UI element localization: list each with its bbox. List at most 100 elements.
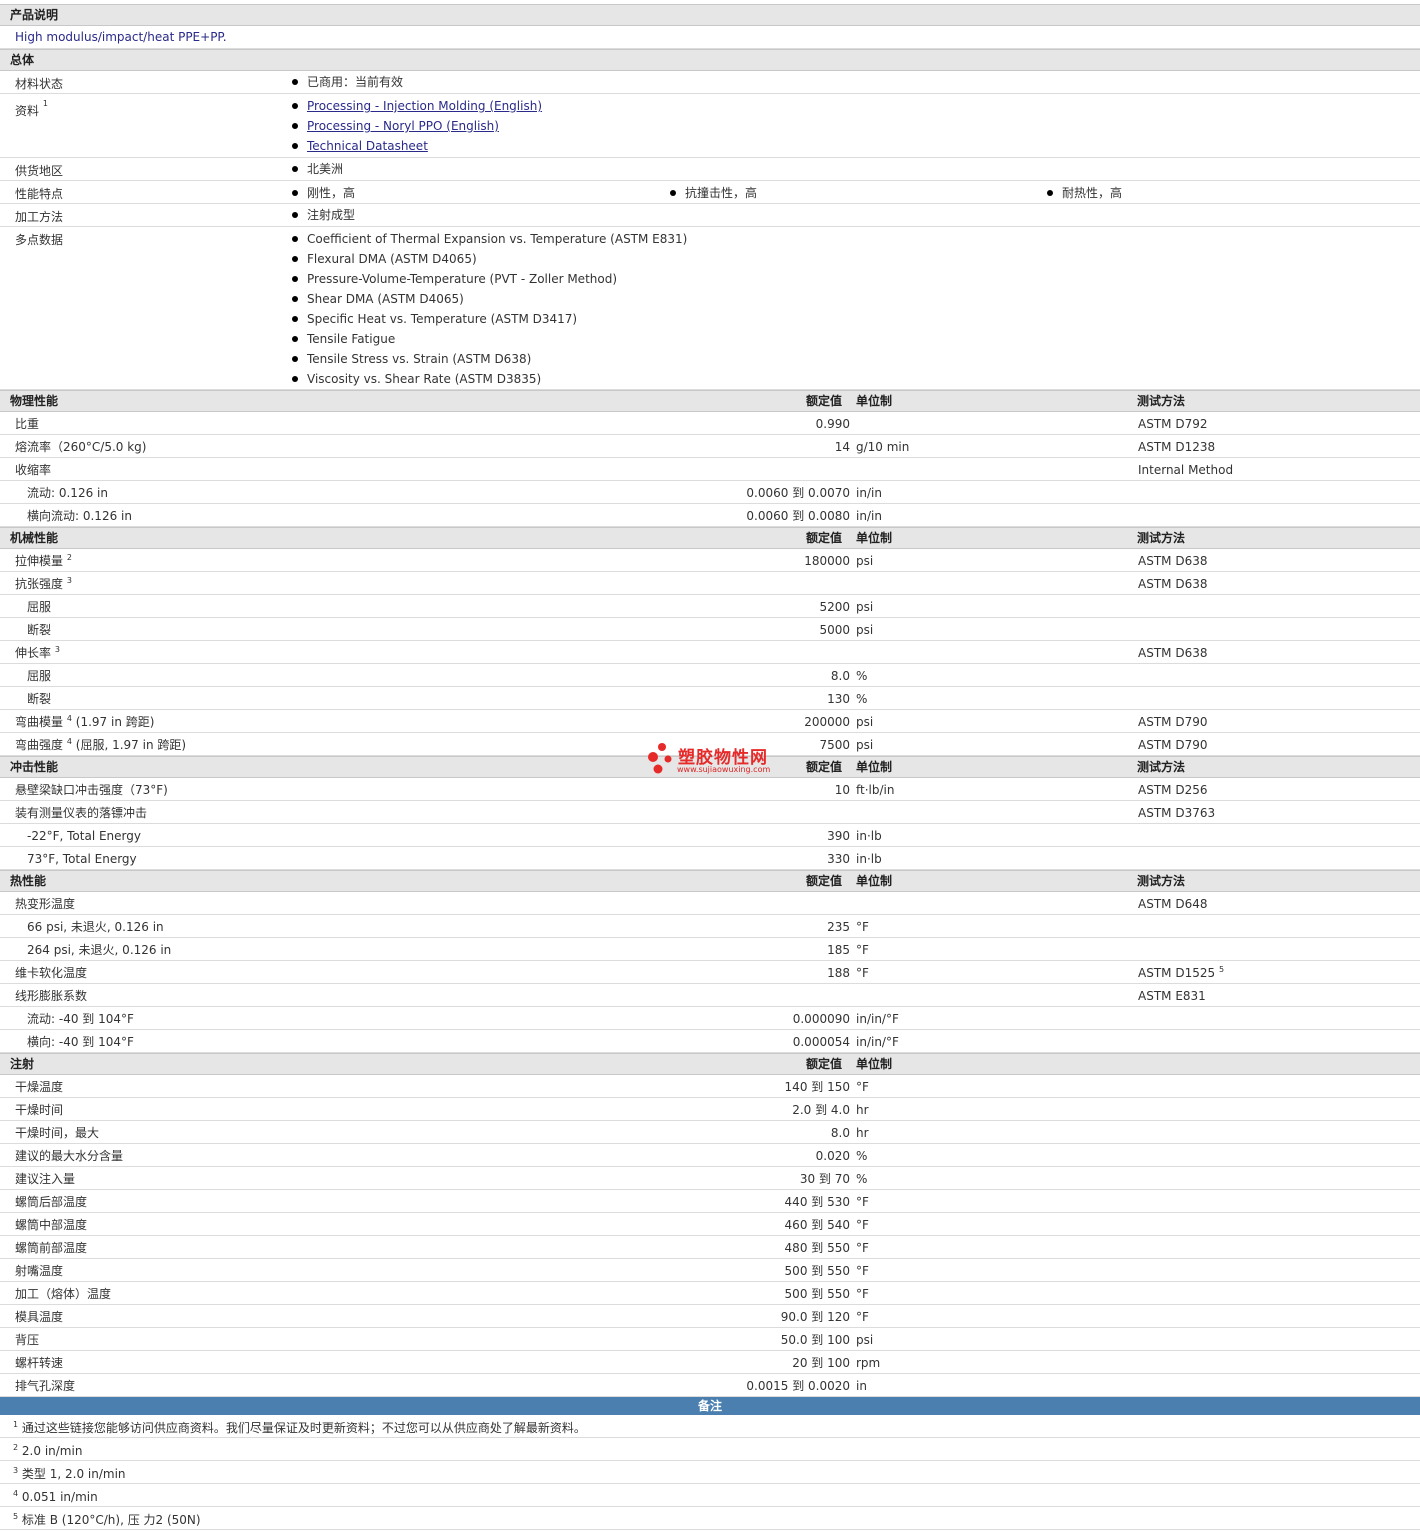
multipoint-entry: Coefficient of Thermal Expansion vs. Tem… <box>307 232 688 246</box>
table-row: 线形膨胀系数 ASTM E831 <box>0 984 1420 1007</box>
property-name: 热变形温度 <box>15 897 76 911</box>
property-name: 收缩率 <box>15 463 52 477</box>
property-name: 比重 <box>15 417 40 431</box>
table-row: 干燥时间，最大 8.0 hr <box>0 1121 1420 1144</box>
property-name: 264 psi, 未退火, 0.126 in <box>27 943 172 957</box>
property-value: 0.0060 到 0.0080 <box>746 509 850 523</box>
section-header-general: 总体 <box>0 49 1420 71</box>
property-name: 66 psi, 未退火, 0.126 in <box>27 920 164 934</box>
list-item: 耐热性，高 <box>1046 183 1122 203</box>
test-method-name: ASTM E831 <box>1138 989 1206 1003</box>
property-unit: °F <box>856 943 869 957</box>
table-row: 流动: -40 到 104°F 0.000090 in/in/°F <box>0 1007 1420 1030</box>
link-technical-datasheet[interactable]: Technical Datasheet <box>307 139 428 153</box>
table-row: 螺筒后部温度 440 到 530 °F <box>0 1190 1420 1213</box>
test-method-name: ASTM D790 <box>1138 715 1208 729</box>
table-row: 维卡软化温度 188 °F ASTM D1525 5 <box>0 961 1420 984</box>
property-unit: °F <box>856 1218 869 1232</box>
property-condition: (1.97 in 跨距) <box>75 715 155 729</box>
table-row: 背压 50.0 到 100 psi <box>0 1328 1420 1351</box>
property-label: 排气孔深度 <box>15 1374 75 1398</box>
list-item: Processing - Injection Molding (English) <box>0 96 1420 116</box>
note-text: 通过这些链接您能够访问供应商资料。我们尽量保证及时更新资料；不过您可以从供应商处… <box>21 1421 586 1435</box>
property-label: 拉伸模量 2 <box>15 549 72 573</box>
feature-value: 抗撞击性，高 <box>685 186 758 200</box>
property-unit: psi <box>856 715 874 729</box>
property-name: 加工（熔体）温度 <box>15 1287 112 1301</box>
test-method-name: ASTM D1238 <box>1138 440 1216 454</box>
test-method: ASTM D638 <box>1138 549 1207 573</box>
property-name: 螺筒后部温度 <box>15 1195 88 1209</box>
test-method: ASTM D638 <box>1138 641 1207 665</box>
column-header-test-method: 测试方法 <box>1137 874 1186 888</box>
list-item: Pressure-Volume-Temperature (PVT - Zolle… <box>0 269 1420 289</box>
table-row: 悬壁梁缺口冲击强度（73°F) 10 ft·lb/in ASTM D256 <box>0 778 1420 801</box>
property-label: 弯曲强度 4 (屈服, 1.97 in 跨距) <box>15 733 186 757</box>
table-row: 建议的最大水分含量 0.020% <box>0 1144 1420 1167</box>
row-material-status: 材料状态 已商用：当前有效 <box>0 71 1420 94</box>
table-row: 建议注入量 30 到 70% <box>0 1167 1420 1190</box>
test-method: ASTM D790 <box>1138 710 1207 734</box>
property-value: 0.000090 <box>792 1012 850 1026</box>
table-row: 比重 0.990 ASTM D792 <box>0 412 1420 435</box>
table-row: 加工（熔体）温度 500 到 550 °F <box>0 1282 1420 1305</box>
table-row: -22°F, Total Energy 390 in·lb <box>0 824 1420 847</box>
section-header: 热性能 额定值 单位制 测试方法 <box>0 870 1420 892</box>
property-unit: in/in <box>856 486 882 500</box>
property-value: 390 <box>827 829 850 843</box>
property-value: 140 到 150 <box>784 1080 850 1094</box>
property-label: 熔流率（260°C/5.0 kg) <box>15 435 146 459</box>
column-header-test-method: 测试方法 <box>1137 394 1186 408</box>
table-row: 264 psi, 未退火, 0.126 in 185 °F <box>0 938 1420 961</box>
test-method-name: ASTM D638 <box>1138 577 1208 591</box>
table-row: 装有测量仪表的落镖冲击 ASTM D3763 <box>0 801 1420 824</box>
property-value: 500 到 550 <box>784 1264 850 1278</box>
note-text: 标准 B (120°C/h), 压 力2 (50N) <box>21 1513 201 1527</box>
note-text: 0.051 in/min <box>21 1490 98 1504</box>
test-method-name: ASTM D3763 <box>1138 806 1216 820</box>
property-label: 比重 <box>15 412 39 436</box>
note-item: 4 0.051 in/min <box>0 1484 1420 1507</box>
list-item: Coefficient of Thermal Expansion vs. Tem… <box>0 229 1420 249</box>
property-name: 干燥温度 <box>15 1080 64 1094</box>
test-method: Internal Method <box>1138 458 1233 482</box>
property-unit: % <box>856 692 868 706</box>
property-label: 射嘴温度 <box>15 1259 63 1283</box>
table-row: 横向: -40 到 104°F 0.000054 in/in/°F <box>0 1030 1420 1053</box>
watermark-logo: 塑胶物性网 www.sujiaowuxing.com <box>646 742 786 778</box>
row-processing-method: 加工方法 注射成型 <box>0 204 1420 227</box>
property-value: 200000 <box>804 715 850 729</box>
property-label: 横向: -40 到 104°F <box>27 1030 134 1054</box>
column-header-test-method: 测试方法 <box>1137 531 1186 545</box>
property-value: 30 到 70 <box>799 1172 850 1186</box>
property-label: 螺筒前部温度 <box>15 1236 87 1260</box>
property-unit: in·lb <box>856 829 882 843</box>
property-name: 干燥时间，最大 <box>15 1126 100 1140</box>
column-header-value: 额定值 <box>806 760 843 774</box>
property-unit: rpm <box>856 1356 881 1370</box>
list-item: Technical Datasheet <box>0 136 1420 156</box>
property-label: 螺杆转速 <box>15 1351 63 1375</box>
property-value: 185 <box>827 943 850 957</box>
table-row: 弯曲模量 4 (1.97 in 跨距) 200000 psi ASTM D790 <box>0 710 1420 733</box>
table-row: 热变形温度 ASTM D648 <box>0 892 1420 915</box>
multipoint-entry: Shear DMA (ASTM D4065) <box>307 292 464 306</box>
footnote-ref: 5 <box>1218 965 1225 974</box>
property-value: 188 <box>827 966 850 980</box>
property-unit: °F <box>856 1195 869 1209</box>
multipoint-list: Coefficient of Thermal Expansion vs. Tem… <box>0 229 1420 389</box>
property-label: 干燥时间 <box>15 1098 63 1122</box>
section-title: 热性能 <box>10 874 47 888</box>
list-item: Flexural DMA (ASTM D4065) <box>0 249 1420 269</box>
section-header-description: 产品说明 <box>0 4 1420 26</box>
link-processing-noryl[interactable]: Processing - Noryl PPO (English) <box>307 119 499 133</box>
property-value: 20 到 100 <box>792 1356 850 1370</box>
property-label: 螺筒中部温度 <box>15 1213 87 1237</box>
property-label: 66 psi, 未退火, 0.126 in <box>27 915 164 939</box>
property-name: 伸长率 <box>15 646 52 660</box>
table-row: 屈服 5200 psi <box>0 595 1420 618</box>
property-name: 射嘴温度 <box>15 1264 64 1278</box>
property-unit: °F <box>856 920 869 934</box>
link-processing-injection[interactable]: Processing - Injection Molding (English) <box>307 99 542 113</box>
test-method: ASTM D256 <box>1138 778 1207 802</box>
